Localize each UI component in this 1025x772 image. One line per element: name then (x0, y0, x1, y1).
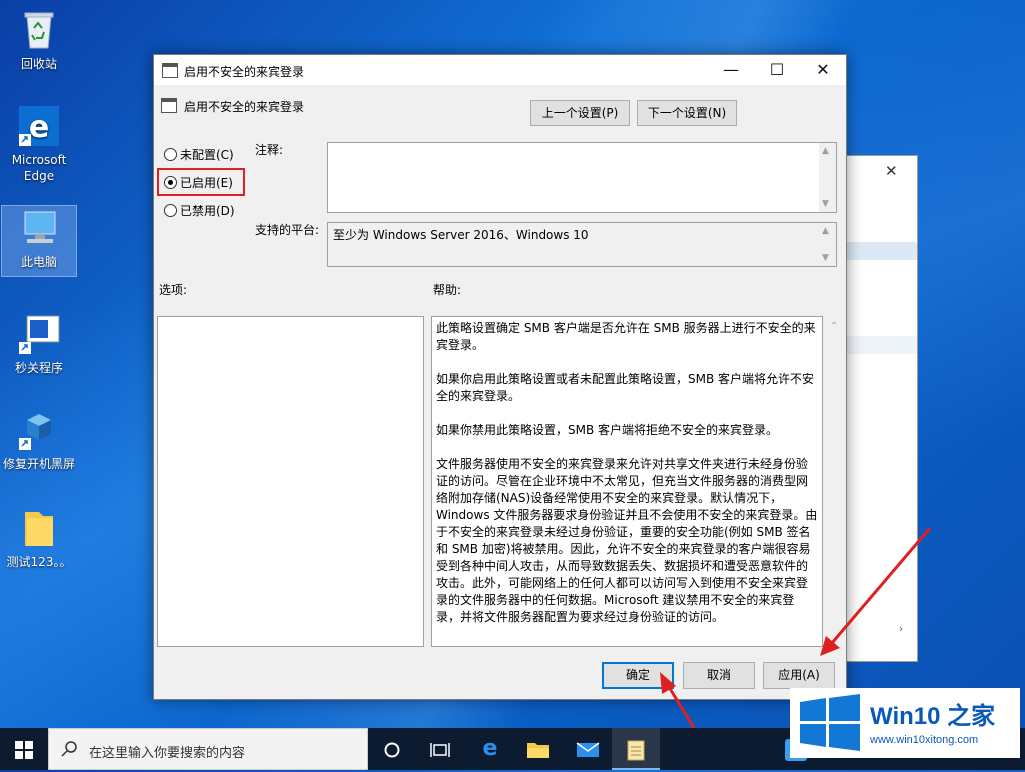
previous-setting-button[interactable]: 上一个设置(P) (530, 100, 630, 126)
comment-textarea[interactable]: ▲ ▼ (327, 142, 837, 213)
help-label: 帮助: (433, 283, 462, 297)
desktop-icon-label: 回收站 (20, 57, 57, 71)
scroll-down-icon[interactable]: ▼ (822, 253, 829, 263)
start-button[interactable] (0, 728, 48, 770)
radio-enabled[interactable]: 已启用(E) (164, 174, 233, 191)
taskbar-mail[interactable] (564, 728, 612, 770)
computer-icon (17, 206, 61, 250)
close-icon[interactable]: ✕ (885, 162, 898, 180)
desktop-icon-recycle-bin[interactable]: 回收站 (2, 8, 76, 72)
platform-value: 至少为 Windows Server 2016、Windows 10 (333, 228, 589, 242)
cortana-icon (384, 742, 400, 757)
svg-text:e: e (29, 110, 49, 145)
help-paragraph: 如果你禁用此策略设置，SMB 客户端将拒绝不安全的来宾登录。 (436, 423, 779, 437)
policy-name: 启用不安全的来宾登录 (184, 100, 305, 114)
window-title: 启用不安全的来宾登录 (184, 65, 305, 79)
desktop-icon-label: Microsoft Edge (11, 153, 67, 183)
apply-button[interactable]: 应用(A) (763, 662, 835, 689)
edge-icon: e (17, 104, 61, 148)
program-icon (17, 312, 61, 356)
task-switcher-button[interactable] (416, 728, 464, 770)
recycle-bin-icon (17, 8, 61, 52)
close-button[interactable]: ✕ (800, 55, 846, 85)
radio-label: 已启用(E) (180, 176, 233, 190)
cancel-button[interactable]: 取消 (683, 662, 755, 689)
watermark: Win10 之家 www.win10xitong.com (790, 688, 1020, 758)
radio-label: 已禁用(D) (180, 204, 235, 218)
comment-scrollbar[interactable]: ▲ ▼ (819, 143, 836, 212)
taskbar-group-policy-editor[interactable] (612, 728, 660, 770)
desktop-icon-label: 秒关程序 (14, 361, 63, 375)
options-label: 选项: (159, 283, 188, 297)
selected-row (839, 242, 917, 260)
minimize-button[interactable]: — (708, 55, 754, 85)
desktop-icon-label: 修复开机黑屏 (2, 457, 75, 471)
desktop-icon-folder[interactable]: 测试123。。 (2, 506, 76, 570)
repair-icon (17, 408, 61, 452)
help-paragraph: 文件服务器使用不安全的来宾登录来允许对共享文件夹进行未经身份验证的访问。尽管在企… (436, 457, 818, 624)
edge-icon: e (482, 736, 498, 761)
help-paragraph: 如果你启用此策略设置或者未配置此策略设置，SMB 客户端将允许不安全的来宾登录。 (436, 372, 815, 403)
platform-field: 至少为 Windows Server 2016、Windows 10 ▲ ▼ (327, 222, 837, 267)
ok-button[interactable]: 确定 (602, 662, 674, 689)
desktop-icon-label: 此电脑 (20, 255, 57, 269)
notepad-icon (627, 740, 645, 760)
scroll-up-icon[interactable]: ▲ (822, 226, 829, 236)
radio-circle-checked (164, 176, 177, 189)
mail-icon (576, 741, 600, 757)
desktop-icon-label: 测试123。。 (6, 555, 72, 569)
task-view-button[interactable] (368, 728, 416, 770)
policy-dialog: 启用不安全的来宾登录 — ☐ ✕ 启用不安全的来宾登录 上一个设置(P) 下一个… (153, 54, 847, 700)
radio-label: 未配置(C) (180, 148, 234, 162)
watermark-brand: Win10 之家 (870, 703, 996, 730)
scroll-up-icon[interactable]: ⌃ (830, 321, 838, 332)
platform-scrollbar[interactable]: ▲ ▼ (819, 223, 836, 266)
desktop-icon-this-pc[interactable]: 此电脑 (1, 205, 77, 277)
help-paragraph: 此策略设置确定 SMB 客户端是否允许在 SMB 服务器上进行不安全的来宾登录。 (436, 321, 816, 352)
radio-circle (164, 204, 177, 217)
help-scrollbar[interactable]: ⌃ (826, 317, 844, 646)
policy-setting-icon (161, 98, 177, 113)
options-panel (157, 316, 424, 647)
taskbar-edge[interactable]: e (466, 728, 514, 770)
desktop-icon-edge[interactable]: e Microsoft Edge (2, 104, 76, 184)
desktop-icon-program[interactable]: 秒关程序 (2, 312, 76, 376)
folder-icon (527, 742, 549, 758)
windows-logo-icon (15, 740, 33, 759)
scroll-up-icon[interactable]: ▲ (822, 146, 829, 156)
radio-circle (164, 148, 177, 161)
maximize-button[interactable]: ☐ (754, 55, 800, 85)
scroll-right-icon[interactable]: › (899, 624, 903, 635)
taskbar-file-explorer[interactable] (514, 728, 562, 770)
search-placeholder: 在这里输入你要搜索的内容 (89, 746, 246, 761)
radio-disabled[interactable]: 已禁用(D) (164, 202, 235, 219)
scroll-down-icon[interactable]: ▼ (822, 199, 829, 209)
title-bar[interactable]: 启用不安全的来宾登录 — ☐ ✕ (154, 55, 846, 85)
task-view-icon (430, 742, 450, 757)
search-icon (61, 741, 77, 757)
taskbar-search-box[interactable]: 在这里输入你要搜索的内容 (48, 728, 368, 770)
comment-label: 注释: (255, 143, 284, 157)
platform-label: 支持的平台: (255, 223, 320, 237)
background-window[interactable]: ✕ › (838, 155, 918, 662)
watermark-url: www.win10xitong.com (870, 734, 979, 746)
radio-not-configured[interactable]: 未配置(C) (164, 146, 234, 163)
next-setting-button[interactable]: 下一个设置(N) (637, 100, 737, 126)
folder-icon (17, 506, 61, 550)
list-row (839, 336, 917, 354)
help-text-panel: 此策略设置确定 SMB 客户端是否允许在 SMB 服务器上进行不安全的来宾登录。… (431, 316, 823, 647)
windows-logo-icon (800, 694, 860, 751)
policy-window-icon (162, 63, 178, 78)
desktop-icon-repair[interactable]: 修复开机黑屏 (2, 408, 76, 472)
